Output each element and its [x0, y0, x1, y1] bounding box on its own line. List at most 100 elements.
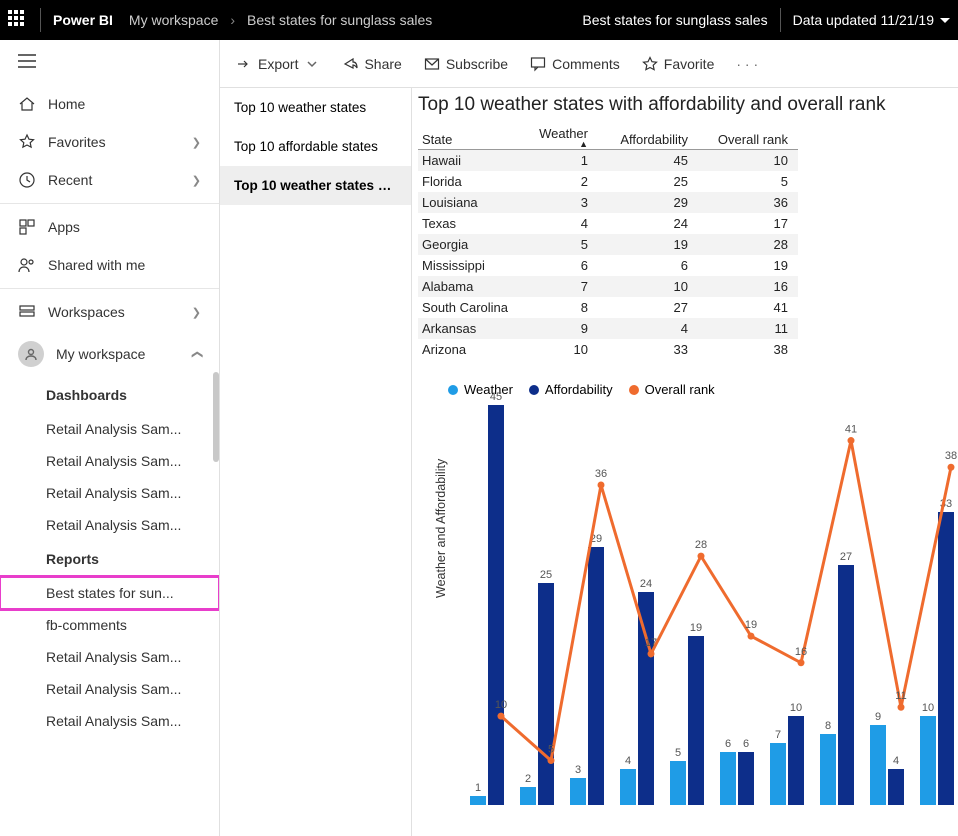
nav-report-item[interactable]: Best states for sun...	[0, 577, 219, 609]
more-icon: · · ·	[736, 56, 758, 72]
nav-scrollbar-thumb[interactable]	[213, 372, 219, 462]
nav-workspaces[interactable]: Workspaces ❯	[0, 293, 219, 331]
nav-myworkspace[interactable]: My workspace ❯	[0, 331, 219, 377]
nav-shared[interactable]: Shared with me	[0, 246, 219, 284]
export-button[interactable]: Export	[236, 56, 320, 72]
star-icon	[642, 56, 658, 72]
visual-title: Top 10 weather states with affordability…	[418, 94, 948, 116]
people-icon	[18, 256, 36, 274]
data-label: 41	[845, 424, 857, 436]
legend-swatch	[629, 385, 639, 395]
nav-recent[interactable]: Recent ❯	[0, 161, 219, 199]
nav-favorites[interactable]: Favorites ❯	[0, 123, 219, 161]
table-row[interactable]: Mississippi6619	[418, 255, 798, 276]
left-nav: Home Favorites ❯ Recent ❯ Apps Shared wi…	[0, 40, 220, 836]
data-label: 11	[895, 690, 906, 702]
combo-chart: Weather Affordability Overall rank Weath…	[418, 382, 948, 805]
data-label: 5	[548, 744, 554, 756]
header-divider-2	[780, 8, 781, 32]
table-row[interactable]: Arkansas9411	[418, 318, 798, 339]
data-label: 36	[595, 468, 607, 480]
nav-divider	[0, 203, 219, 204]
nav-report-item[interactable]: Retail Analysis Sam...	[0, 673, 219, 705]
nav-report-item[interactable]: Retail Analysis Sam...	[0, 705, 219, 737]
data-label: 38	[945, 450, 957, 462]
header-divider	[40, 8, 41, 32]
comment-icon	[530, 56, 546, 72]
data-label: 28	[695, 539, 707, 551]
nav-dashboard-item[interactable]: Retail Analysis Sam...	[0, 445, 219, 477]
data-label: 19	[745, 619, 757, 631]
legend-swatch	[529, 385, 539, 395]
nav-apps[interactable]: Apps	[0, 208, 219, 246]
table-row[interactable]: Florida2255	[418, 171, 798, 192]
nav-section-reports: Reports	[0, 541, 219, 577]
legend-afford[interactable]: Affordability	[529, 382, 613, 397]
page-tab[interactable]: Top 10 affordable states	[220, 127, 411, 166]
share-icon	[342, 56, 358, 72]
header-left: Power BI My workspace › Best states for …	[8, 8, 432, 32]
chevron-right-icon: ❯	[192, 174, 201, 187]
nav-report-item[interactable]: fb-comments	[0, 609, 219, 641]
table-row[interactable]: Texas42417	[418, 213, 798, 234]
table-row[interactable]: Georgia51928	[418, 234, 798, 255]
legend-rank[interactable]: Overall rank	[629, 382, 715, 397]
more-button[interactable]: · · ·	[736, 56, 758, 72]
report-canvas: Top 10 weather states with affordability…	[412, 88, 958, 836]
favorite-label: Favorite	[664, 56, 715, 72]
app-launcher-icon[interactable]	[8, 10, 28, 30]
subscribe-button[interactable]: Subscribe	[424, 56, 508, 72]
page-tab[interactable]: Top 10 weather states w...	[220, 166, 411, 205]
table-row[interactable]: Hawaii14510	[418, 150, 798, 172]
nav-dashboard-item[interactable]: Retail Analysis Sam...	[0, 413, 219, 445]
data-label: 45	[481, 391, 511, 403]
nav-recent-label: Recent	[48, 172, 92, 188]
col-rank[interactable]: Overall rank	[698, 122, 798, 150]
breadcrumb-report[interactable]: Best states for sunglass sales	[247, 12, 432, 28]
data-label: 16	[795, 646, 807, 658]
report-title-right: Best states for sunglass sales	[582, 12, 767, 28]
table-row[interactable]: Alabama71016	[418, 276, 798, 297]
data-label: 10	[495, 699, 507, 711]
data-updated-label: Data updated 11/21/19	[793, 12, 934, 28]
share-label: Share	[364, 56, 401, 72]
comments-label: Comments	[552, 56, 620, 72]
chevron-right-icon: ❯	[192, 306, 201, 319]
nav-section-dashboards: Dashboards	[0, 377, 219, 413]
star-icon	[18, 133, 36, 151]
workspaces-icon	[18, 303, 36, 321]
export-label: Export	[258, 56, 298, 72]
nav-favorites-label: Favorites	[48, 134, 106, 150]
share-button[interactable]: Share	[342, 56, 401, 72]
mail-icon	[424, 56, 440, 72]
person-icon	[18, 341, 44, 367]
hamburger-button[interactable]	[0, 40, 219, 85]
col-state[interactable]: State	[418, 122, 528, 150]
data-updated-dropdown[interactable]: Data updated 11/21/19	[793, 12, 950, 28]
nav-report-item[interactable]: Retail Analysis Sam...	[0, 641, 219, 673]
nav-apps-label: Apps	[48, 219, 80, 235]
header-right: Best states for sunglass sales Data upda…	[582, 8, 950, 32]
table-row[interactable]: Louisiana32936	[418, 192, 798, 213]
data-table: State Weather▲ Affordability Overall ran…	[418, 122, 798, 360]
col-afford[interactable]: Affordability	[598, 122, 698, 150]
app-header: Power BI My workspace › Best states for …	[0, 0, 958, 40]
chart-plot-area: Weather and Affordability 14522532942451…	[448, 405, 948, 805]
clock-icon	[18, 171, 36, 189]
home-icon	[18, 95, 36, 113]
comments-button[interactable]: Comments	[530, 56, 620, 72]
table-row[interactable]: South Carolina82741	[418, 297, 798, 318]
page-tab[interactable]: Top 10 weather states	[220, 88, 411, 127]
table-row[interactable]: Arizona103338	[418, 339, 798, 360]
nav-dashboard-item[interactable]: Retail Analysis Sam...	[0, 477, 219, 509]
chevron-right-icon: ❯	[192, 136, 201, 149]
export-icon	[236, 56, 252, 72]
nav-home[interactable]: Home	[0, 85, 219, 123]
breadcrumb-sep: ›	[230, 12, 235, 28]
data-label: 17	[645, 637, 657, 649]
nav-dashboard-item[interactable]: Retail Analysis Sam...	[0, 509, 219, 541]
favorite-button[interactable]: Favorite	[642, 56, 715, 72]
breadcrumb-workspace[interactable]: My workspace	[129, 12, 218, 28]
col-weather[interactable]: Weather▲	[528, 122, 598, 150]
subscribe-label: Subscribe	[446, 56, 508, 72]
